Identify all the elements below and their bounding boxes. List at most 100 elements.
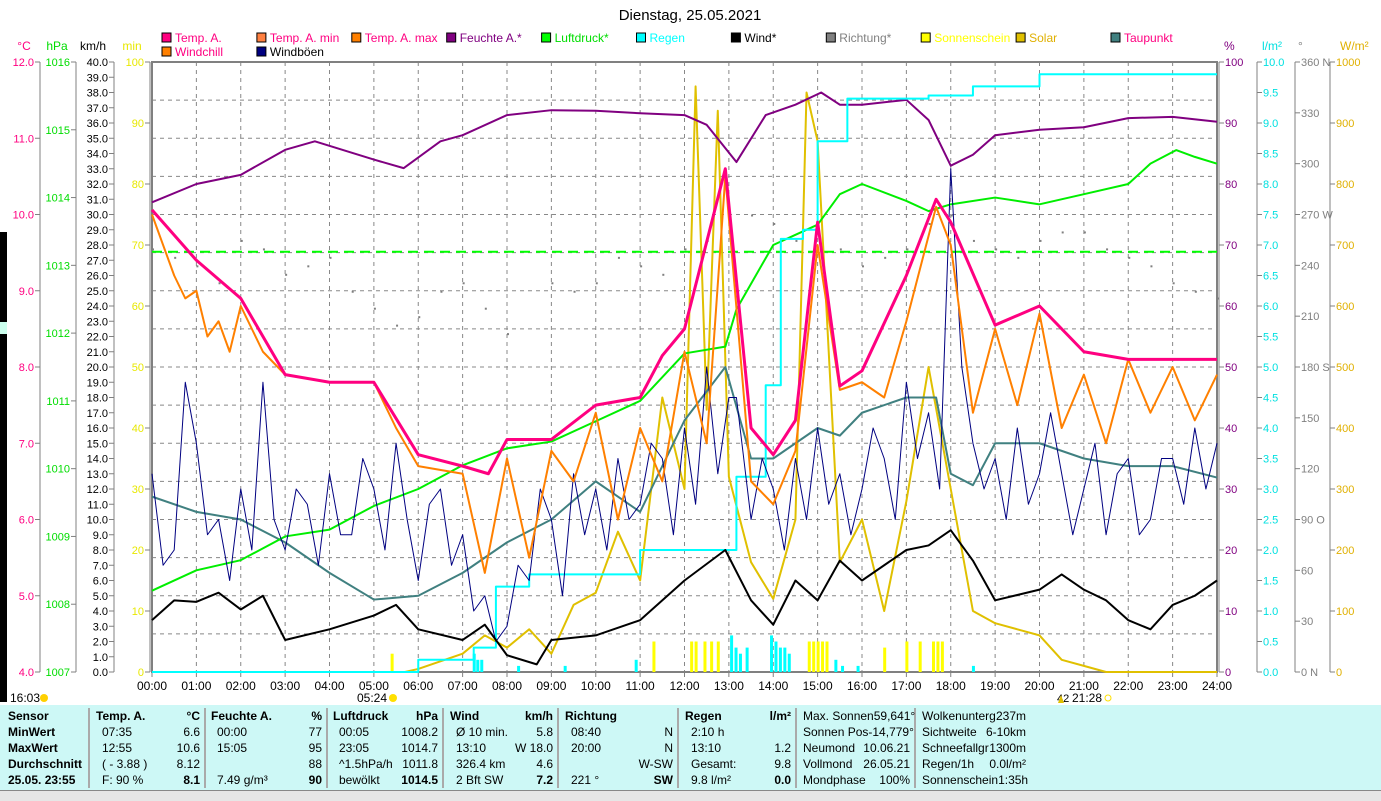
rain-bar	[841, 665, 845, 672]
direction-point	[640, 265, 643, 268]
stats-unit: l/m²	[769, 709, 791, 723]
stats-row-label: Durchschnitt	[8, 757, 83, 771]
axis-lm2-tick-label: 6.5	[1263, 271, 1278, 283]
axis-kmh-tick-label: 28.0	[87, 240, 108, 252]
axis-kmh-tick-label: 32.0	[87, 179, 108, 191]
axis-kmh-tick-label: 39.0	[87, 72, 108, 84]
sunshine-bar	[690, 641, 694, 672]
direction-point	[551, 282, 554, 285]
axis-wm2-tick-label: 700	[1336, 240, 1354, 252]
sunshine-bar	[716, 641, 720, 672]
axis-deg-tick-label: 330	[1301, 108, 1319, 120]
status-bar	[0, 790, 1381, 801]
axis-kmh-tick-label: 8.0	[93, 545, 108, 557]
direction-point	[972, 239, 975, 242]
axis-pct-tick-label: 60	[1225, 301, 1237, 313]
direction-point	[773, 222, 776, 225]
stats-value: 0.0	[774, 773, 791, 787]
axis-kmh-tick-label: 29.0	[87, 225, 108, 237]
direction-point	[1039, 239, 1042, 242]
legend-label: Windchill	[175, 45, 223, 59]
axis-lm2-tick-label: 1.0	[1263, 606, 1278, 618]
axis-kmh-tick-label: 27.0	[87, 255, 108, 267]
axis-kmh-tick-label: 26.0	[87, 271, 108, 283]
stats-value: 100%	[879, 773, 910, 787]
axis-deg-tick-label: 180 S	[1301, 362, 1330, 374]
stats-time: Gesamt:	[691, 757, 737, 771]
axis-wm2-tick-label: 0	[1336, 667, 1342, 679]
axis-kmh-tick-label: 24.0	[87, 301, 108, 313]
axis-hpa-tick-label: 1016	[46, 57, 70, 69]
axis-wm2-tick-label: 200	[1336, 545, 1354, 557]
stats-label: Max. Sonnen	[803, 709, 874, 723]
axis-lm2-unit: l/m²	[1262, 39, 1282, 53]
axis-lm2-tick-label: 5.0	[1263, 362, 1278, 374]
axis-min-tick-label: 60	[132, 301, 144, 313]
time-markers: 16:03 05:24 42 21:28	[10, 691, 1112, 705]
direction-point	[396, 324, 399, 327]
rain-bar	[774, 641, 778, 672]
x-tick-label: 01:00	[181, 679, 211, 693]
stats-value: N	[664, 741, 673, 755]
axis-kmh-tick-label: 34.0	[87, 149, 108, 161]
axis-lm2-tick-label: 5.5	[1263, 332, 1278, 344]
axis-lm2-tick-label: 8.0	[1263, 179, 1278, 191]
axis-lm2-tick-label: 7.0	[1263, 240, 1278, 252]
axis-deg-tick-label: 360 N	[1301, 57, 1330, 69]
axis-min-tick-label: 30	[132, 484, 144, 496]
axis-kmh-tick-label: 25.0	[87, 286, 108, 298]
axis-kmh-tick-label: 23.0	[87, 316, 108, 328]
sunshine-bar	[390, 653, 394, 672]
direction-point	[285, 273, 288, 276]
axis-deg-tick-label: 120	[1301, 464, 1319, 476]
axis-pct-tick-label: 30	[1225, 484, 1237, 496]
stats-value: 8.12	[176, 757, 200, 771]
legend-label: Taupunkt	[1124, 31, 1173, 45]
axis-lm2-tick-label: 3.0	[1263, 484, 1278, 496]
axis-deg-tick-label: 240	[1301, 260, 1319, 272]
stats-time: 12:55	[102, 741, 133, 755]
axis-kmh-tick-label: 30.0	[87, 210, 108, 222]
axis-kmh-tick-label: 22.0	[87, 332, 108, 344]
direction-point	[595, 282, 598, 285]
axis-wm2-tick-label: 100	[1336, 606, 1354, 618]
direction-point	[1106, 248, 1109, 251]
axis-wm2-unit: W/m²	[1340, 39, 1369, 53]
x-tick-label: 08:00	[492, 679, 522, 693]
direction-point	[440, 290, 443, 293]
x-tick-label: 04:00	[314, 679, 344, 693]
rain-bar	[563, 665, 567, 672]
axis-kmh-tick-label: 2.0	[93, 637, 108, 649]
stats-value: -14,779°	[868, 725, 914, 739]
stats-time: 00:00	[217, 725, 248, 739]
axis-deg-tick-label: 210	[1301, 311, 1319, 323]
axis-pct-tick-label: 100	[1225, 57, 1243, 69]
axis-deg-tick-label: 90 O	[1301, 515, 1325, 527]
axis-kmh-tick-label: 19.0	[87, 377, 108, 389]
stats-value: 90	[308, 773, 322, 787]
weather-chart: Dienstag, 25.05.2021 Temp. A. Temp. A. mi…	[10, 7, 1369, 705]
legend-label: Richtung*	[839, 31, 891, 45]
axis-kmh-tick-label: 33.0	[87, 164, 108, 176]
axis-wm2-tick-label: 600	[1336, 301, 1354, 313]
axis-deg-tick-label: 0 N	[1301, 667, 1318, 679]
sunshine-bar	[821, 641, 825, 672]
stats-value: 237m	[995, 709, 1026, 723]
axis-kmh-tick-label: 36.0	[87, 118, 108, 130]
axis-wm2-tick-label: 900	[1336, 118, 1354, 130]
stats-label: Mondphase	[803, 773, 866, 787]
x-tick-label: 12:00	[669, 679, 699, 693]
stats-value: SW	[653, 773, 673, 787]
stats-time: 13:10	[691, 741, 722, 755]
stats-header: Temp. A.	[96, 709, 146, 723]
stats-time: 23:05	[339, 741, 370, 755]
direction-point	[1194, 290, 1197, 293]
stats-value: 1300m	[989, 741, 1026, 755]
sunrise-sun-icon	[389, 694, 397, 702]
stats-value: 1008.2	[401, 725, 438, 739]
axis-lm2-tick-label: 0.5	[1263, 637, 1278, 649]
stats-row-label: MinWert	[8, 725, 56, 739]
axis-min-tick-label: 10	[132, 606, 144, 618]
axis-pct-tick-label: 80	[1225, 179, 1237, 191]
stats-label: Neumond	[803, 741, 856, 755]
